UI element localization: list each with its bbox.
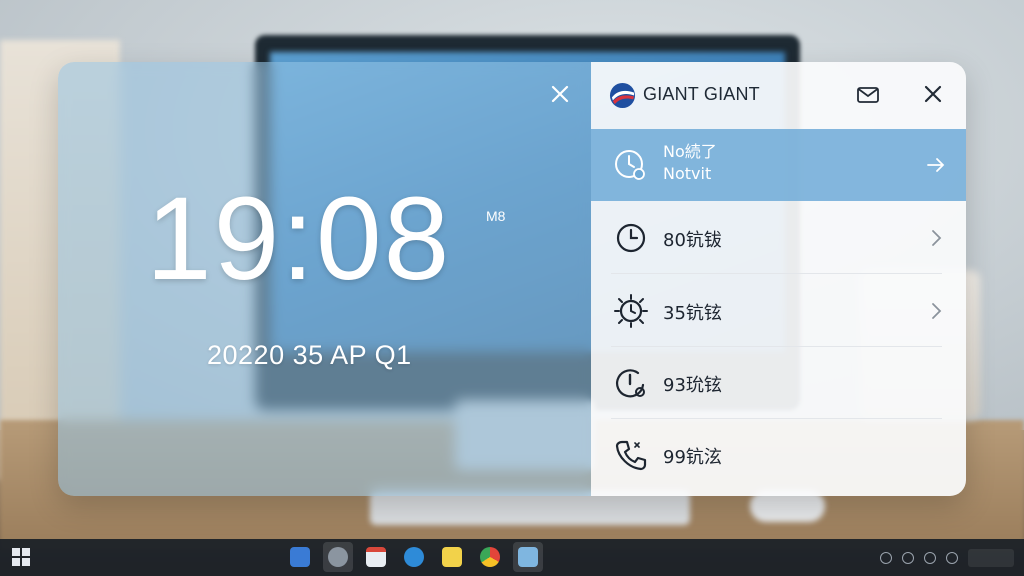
tray-chevron-icon[interactable] xyxy=(880,551,892,564)
phone-icon xyxy=(615,440,647,471)
list-item-notification[interactable]: No続了 Notvit xyxy=(591,129,966,201)
mail-icon[interactable] xyxy=(855,83,881,107)
list-item-label: 99钪泫 xyxy=(663,447,722,468)
side-panel: GIANT GIANT No続了 Notvit 80钪钹 35钪铉 93玧铉 9… xyxy=(591,62,966,496)
list-item-label: 93玧铉 xyxy=(663,375,722,396)
taskbar-edge-icon[interactable] xyxy=(399,542,429,572)
list-item-line2: Notvit xyxy=(663,164,712,183)
clock-ampm: M8 xyxy=(486,208,506,224)
taskbar-app-icon[interactable] xyxy=(513,542,543,572)
timer-sun-icon xyxy=(614,294,648,328)
close-icon[interactable] xyxy=(548,82,572,106)
list-item-label: 35钪铉 xyxy=(663,303,722,324)
clock-date: 20220 35 AP Q1 xyxy=(207,340,412,370)
arrow-right-icon[interactable] xyxy=(926,155,946,175)
clock-widget: 19:08 M8 20220 35 AP Q1 GIANT GIANT No続了… xyxy=(58,62,966,496)
divider xyxy=(611,273,942,274)
clock-notification-icon xyxy=(615,150,645,180)
taskbar-chrome-icon[interactable] xyxy=(475,542,505,572)
tray-volume-icon[interactable] xyxy=(924,551,936,564)
chevron-right-icon[interactable] xyxy=(926,301,946,321)
system-tray xyxy=(880,539,1014,576)
list-item[interactable]: 35钪铉 xyxy=(591,275,966,347)
list-item[interactable]: 93玧铉 xyxy=(591,347,966,419)
taskbar-app-store-icon[interactable] xyxy=(285,542,315,572)
brand-logo-icon xyxy=(609,82,636,109)
clock-icon xyxy=(616,223,646,253)
alarm-alert-icon xyxy=(616,369,645,398)
taskbar-calendar-icon[interactable] xyxy=(361,542,391,572)
chevron-right-icon[interactable] xyxy=(926,228,946,248)
list-item-label: 80钪钹 xyxy=(663,230,722,251)
tray-settings-icon[interactable] xyxy=(946,551,958,564)
taskbar-notes-icon[interactable] xyxy=(437,542,467,572)
brand-name: GIANT GIANT xyxy=(643,84,760,104)
list-item[interactable]: 80钪钹 xyxy=(591,202,966,274)
close-icon[interactable] xyxy=(921,82,945,106)
start-button[interactable] xyxy=(12,548,30,566)
taskbar-apps xyxy=(285,542,543,572)
taskbar xyxy=(0,539,1024,576)
list-item-title: No続了 Notvit xyxy=(663,141,717,185)
tray-network-icon[interactable] xyxy=(902,551,914,564)
clock-time: 19:08 xyxy=(146,173,452,305)
taskbar-search-icon[interactable] xyxy=(323,542,353,572)
clock-pane: 19:08 M8 20220 35 AP Q1 xyxy=(58,62,591,496)
tray-clock[interactable] xyxy=(968,548,1014,567)
panel-header: GIANT GIANT xyxy=(591,62,966,128)
list-item[interactable]: 99钪泫 xyxy=(591,419,966,491)
list-item-line1: No続了 xyxy=(663,142,717,161)
